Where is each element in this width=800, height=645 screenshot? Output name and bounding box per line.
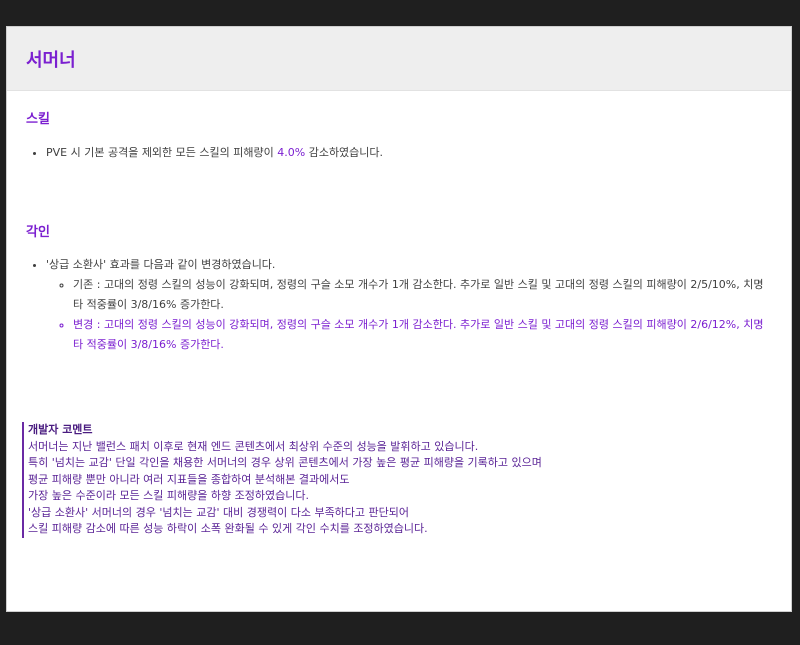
class-header: 서머너 xyxy=(7,27,791,91)
patch-note-panel: 서머너 스킬 PVE 시 기본 공격을 제외한 모든 스킬의 피해량이 4.0%… xyxy=(6,26,792,612)
skill-list-item: PVE 시 기본 공격을 제외한 모든 스킬의 피해량이 4.0% 감소하였습니… xyxy=(46,143,771,163)
engrave-after-item: 변경 : 고대의 정령 스킬의 성능이 강화되며, 정령의 구슬 소모 개수가 … xyxy=(73,315,771,355)
engrave-list: '상급 소환사' 효과를 다음과 같이 변경하였습니다. 기존 : 고대의 정령… xyxy=(26,255,771,355)
engrave-intro: '상급 소환사' 효과를 다음과 같이 변경하였습니다. xyxy=(46,258,276,271)
engrave-list-item: '상급 소환사' 효과를 다음과 같이 변경하였습니다. 기존 : 고대의 정령… xyxy=(46,255,771,355)
developer-comment-title: 개발자 코멘트 xyxy=(28,423,93,436)
developer-comment-line: 특히 '넘치는 교감' 단일 각인을 채용한 서머너의 경우 상위 콘텐츠에서 … xyxy=(28,456,542,469)
skill-item-highlight-value: 4.0% xyxy=(277,146,306,159)
developer-comment-line: '상급 소환사' 서머너의 경우 '넘치는 교감' 대비 경쟁력이 다소 부족하… xyxy=(28,505,410,519)
engrave-change-list: 기존 : 고대의 정령 스킬의 성능이 강화되며, 정령의 구슬 소모 개수가 … xyxy=(46,275,771,355)
developer-comment-line: 스킬 피해량 감소에 따른 성능 하락이 소폭 완화될 수 있게 각인 수치를 … xyxy=(28,522,428,535)
developer-comment: 개발자 코멘트 서머너는 지난 밸런스 패치 이후로 현재 엔드 콘텐츠에서 최… xyxy=(22,422,771,538)
page-title: 서머너 xyxy=(26,49,76,71)
skill-section: 스킬 PVE 시 기본 공격을 제외한 모든 스킬의 피해량이 4.0% 감소하… xyxy=(26,91,771,163)
patch-content: 스킬 PVE 시 기본 공격을 제외한 모든 스킬의 피해량이 4.0% 감소하… xyxy=(7,91,791,538)
skill-list: PVE 시 기본 공격을 제외한 모든 스킬의 피해량이 4.0% 감소하였습니… xyxy=(26,143,771,163)
skill-item-text-before: PVE 시 기본 공격을 제외한 모든 스킬의 피해량이 xyxy=(46,146,278,159)
engrave-before-item: 기존 : 고대의 정령 스킬의 성능이 강화되며, 정령의 구슬 소모 개수가 … xyxy=(73,275,771,315)
engrave-section: 각인 '상급 소환사' 효과를 다음과 같이 변경하였습니다. 기존 : 고대의… xyxy=(26,163,771,355)
skill-item-text-after: 감소하였습니다. xyxy=(305,146,384,159)
developer-comment-line: 가장 높은 수준이라 모든 스킬 피해량을 하향 조정하였습니다. xyxy=(28,489,309,502)
developer-comment-line: 서머너는 지난 밸런스 패치 이후로 현재 엔드 콘텐츠에서 최상위 수준의 성… xyxy=(28,439,479,453)
skill-heading: 스킬 xyxy=(26,112,50,127)
developer-comment-line: 평균 피해량 뿐만 아니라 여러 지표들을 종합하여 분석해본 결과에서도 xyxy=(28,472,350,486)
engrave-heading: 각인 xyxy=(26,225,50,240)
